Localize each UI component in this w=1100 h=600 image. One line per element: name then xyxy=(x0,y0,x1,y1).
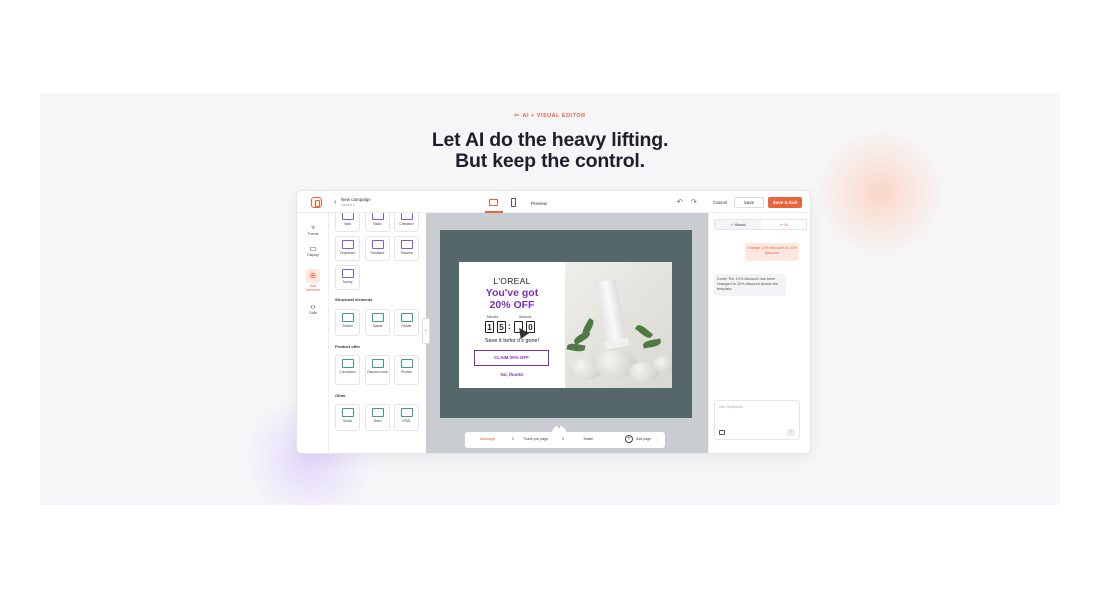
textarea-icon xyxy=(400,240,413,249)
redo-icon[interactable]: ↷ xyxy=(691,198,697,206)
element-discount-code[interactable]: Discount code xyxy=(365,355,390,385)
chat-message-ai: Done! The 10% discount has been changed … xyxy=(714,274,786,296)
desktop-view-icon[interactable] xyxy=(489,199,498,206)
brush-icon: ♆ xyxy=(310,223,316,232)
html-icon xyxy=(400,408,413,417)
element-video[interactable]: Video xyxy=(365,404,390,431)
countdown-icon xyxy=(341,359,354,368)
element-feedback[interactable]: Feedback xyxy=(365,236,390,261)
input-icon xyxy=(341,213,354,220)
survey-icon xyxy=(341,269,354,278)
product-photo xyxy=(565,262,672,388)
page-tab-teaser[interactable]: Teaser xyxy=(583,437,594,441)
element-dropdown[interactable]: Dropdown xyxy=(335,236,360,261)
page-number: 3 xyxy=(562,437,564,441)
radio-icon xyxy=(371,213,384,220)
collapse-panel-button[interactable]: ‹ xyxy=(422,318,430,344)
save-button[interactable]: Save xyxy=(734,197,764,208)
popup-content: L'OREAL You've got 20% OFF Minutes Second… xyxy=(459,262,565,388)
page-switcher: Mainpage 2 Thank you page 3 Teaser + Add… xyxy=(465,432,665,448)
rail-item-theme[interactable]: ♆ Theme xyxy=(297,223,329,236)
element-spacer[interactable]: Spacer xyxy=(365,309,390,336)
image-upload-icon[interactable] xyxy=(719,430,725,435)
rail-item-code[interactable]: ‹› Code xyxy=(297,302,329,315)
dropdown-icon xyxy=(341,240,354,249)
element-embed[interactable]: Embed xyxy=(335,309,360,336)
ai-assistant-panel: ♆ Visual ✂ AI Change 10% discount to 20%… xyxy=(708,213,810,453)
embed-icon xyxy=(341,313,354,322)
hero-title-line1: Let AI do the heavy lifting. xyxy=(431,129,669,151)
element-social[interactable]: Social xyxy=(335,404,360,431)
editor-rail: ♆ Theme ▭ Display ⊕ Add elements ‹› Code xyxy=(297,213,329,453)
hero-title-line2: But keep the control. xyxy=(455,150,645,172)
social-icon xyxy=(341,408,354,417)
element-radio[interactable]: Radio xyxy=(365,213,390,232)
campaign-title: New campaign Variant 1 xyxy=(341,197,371,207)
chat-message-user: Change 10% discount to 20% discount xyxy=(745,243,799,261)
popup-brand: L'OREAL xyxy=(493,276,531,286)
popup-save-text: Save it befor it's gone! xyxy=(484,338,540,344)
element-html[interactable]: HTML xyxy=(394,404,419,431)
spacer-icon xyxy=(371,313,384,322)
code-icon: ‹› xyxy=(310,302,316,311)
video-icon xyxy=(371,408,384,417)
back-chevron-icon[interactable]: ‹ xyxy=(334,199,336,206)
tab-ai[interactable]: ✂ AI xyxy=(761,220,807,229)
element-countdown[interactable]: Countdown xyxy=(335,355,360,385)
cancel-button[interactable]: Cancel xyxy=(713,200,727,205)
element-divider[interactable]: Divider xyxy=(394,309,419,336)
discount-code-icon xyxy=(371,359,384,368)
tab-visual[interactable]: ♆ Visual xyxy=(715,220,761,229)
app-logo-icon[interactable] xyxy=(311,197,322,208)
section-badge: ✂ AI + VISUAL EDITOR xyxy=(514,113,586,119)
add-page-icon[interactable]: + xyxy=(625,435,633,443)
divider-icon xyxy=(400,313,413,322)
popup-backdrop: L'OREAL You've got 20% OFF Minutes Second… xyxy=(440,230,692,418)
page-tab-thank-you[interactable]: Thank you page xyxy=(523,437,548,441)
element-product[interactable]: Product xyxy=(394,355,419,385)
rail-item-display[interactable]: ▭ Display xyxy=(297,244,329,257)
page-tab-main[interactable]: Mainpage xyxy=(480,437,495,441)
elements-panel: Input Radio Checkbox Dropdown Feedback T… xyxy=(330,213,422,453)
structural-heading: Structural elements xyxy=(335,297,373,302)
page-number: 2 xyxy=(512,437,514,441)
checkbox-icon xyxy=(400,213,413,220)
popup-offer: You've got 20% OFF xyxy=(485,287,539,311)
popup-preview[interactable]: L'OREAL You've got 20% OFF Minutes Second… xyxy=(459,262,672,388)
no-thanks-link[interactable]: No, thanks xyxy=(459,372,565,377)
editor-mode-tabs: ♆ Visual ✂ AI xyxy=(714,219,807,230)
add-elements-icon: ⊕ xyxy=(306,269,320,283)
undo-icon[interactable]: ↶ xyxy=(677,198,683,206)
editor-topbar: ‹ New campaign Variant 1 Preview ↶ ↷ Canc… xyxy=(297,191,810,213)
save-exit-button[interactable]: Save & Exit xyxy=(768,197,802,208)
rail-item-add-elements[interactable]: ⊕ Add elements xyxy=(297,269,329,292)
ai-prompt-input[interactable]: Ask OptiMonk... ↑ xyxy=(714,400,800,440)
element-survey[interactable]: Survey xyxy=(335,265,360,290)
element-textarea[interactable]: Textarea xyxy=(394,236,419,261)
editor-canvas[interactable]: L'OREAL You've got 20% OFF Minutes Second… xyxy=(426,213,708,453)
countdown-colon: : xyxy=(508,322,511,331)
monitor-icon: ▭ xyxy=(309,244,317,253)
mobile-view-icon[interactable] xyxy=(511,198,516,207)
product-icon xyxy=(400,359,413,368)
countdown-digit[interactable]: 5 xyxy=(497,321,506,333)
preview-button[interactable]: Preview xyxy=(531,201,547,206)
element-checkbox[interactable]: Checkbox xyxy=(394,213,419,232)
element-input[interactable]: Input xyxy=(335,213,360,232)
send-arrow-icon[interactable]: ↑ xyxy=(787,429,795,436)
product-heading: Product offer xyxy=(335,344,361,349)
feedback-icon xyxy=(371,240,384,249)
claim-offer-button[interactable]: CLAIM 20% OFF xyxy=(474,350,549,366)
add-page-button[interactable]: Add page xyxy=(636,437,651,441)
countdown-digit[interactable]: 1 xyxy=(485,321,494,333)
magic-wand-icon: ✂ xyxy=(514,113,520,119)
editor-window: ‹ New campaign Variant 1 Preview ↶ ↷ Canc… xyxy=(296,190,811,454)
other-heading: Other xyxy=(335,393,346,398)
